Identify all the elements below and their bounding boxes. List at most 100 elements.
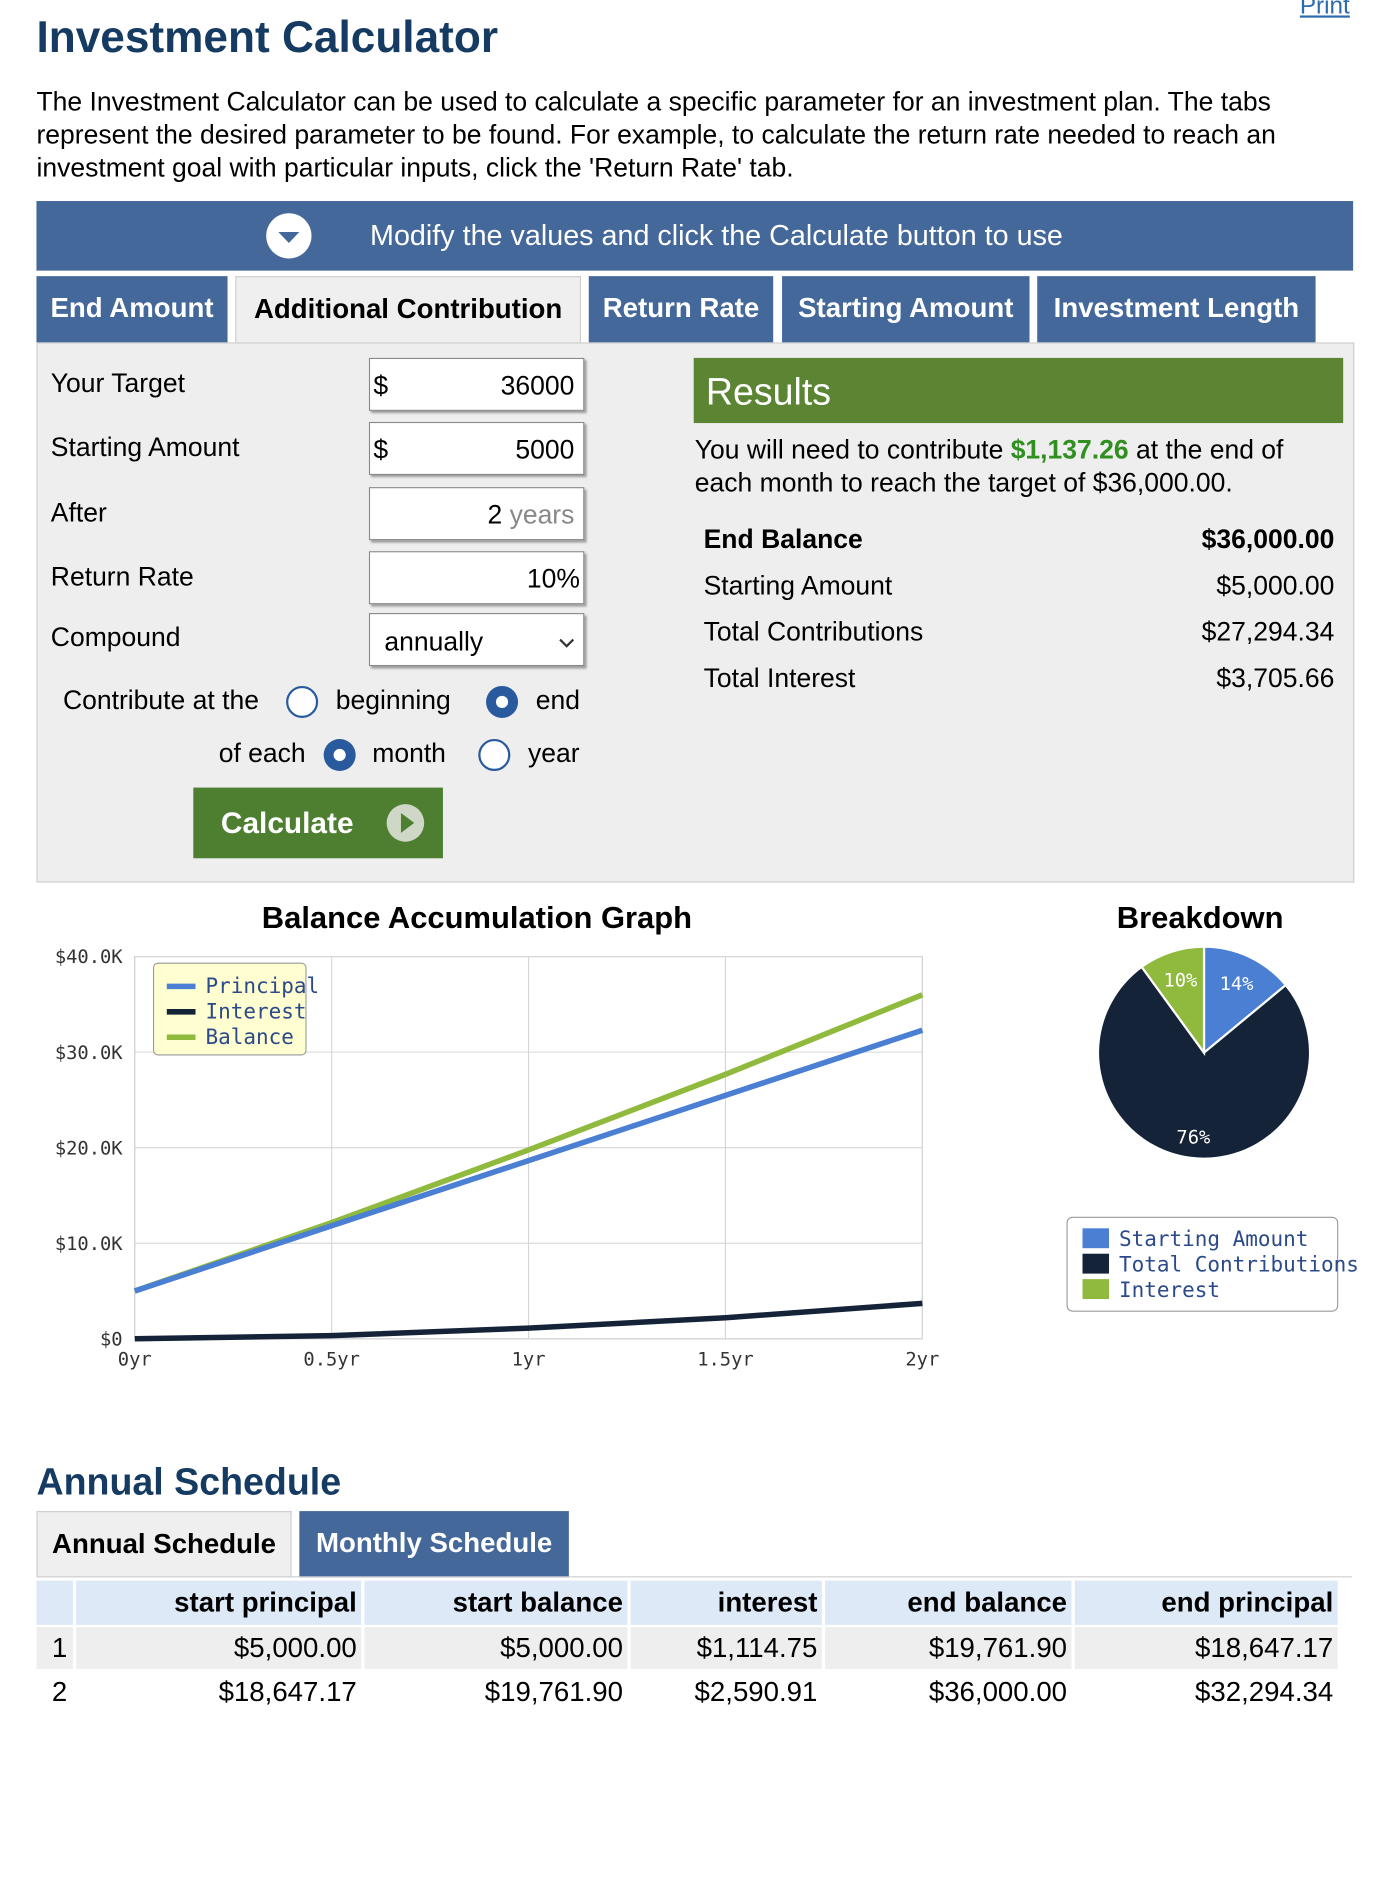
y-tick-label: $30.0K [55, 1043, 123, 1064]
radio-month[interactable] [323, 738, 356, 772]
results-header: Results [693, 357, 1344, 424]
after-label: After [50, 498, 107, 528]
legend-label: Interest [205, 999, 306, 1023]
column-header: interest [630, 1580, 822, 1625]
radio-beginning[interactable] [286, 685, 319, 718]
radio-year[interactable] [478, 738, 511, 772]
month-label: month [372, 738, 446, 769]
years-value: 2 years [487, 500, 575, 531]
legend-label: Interest [1119, 1278, 1220, 1302]
end-label: end [535, 685, 580, 716]
contribution-amount: $1,137.26 [1010, 435, 1129, 466]
target-label: Your Target [50, 368, 185, 399]
years-input[interactable]: 2 years [368, 487, 585, 541]
table-cell: $19,761.90 [825, 1627, 1072, 1670]
y-tick-label: $0 [100, 1329, 123, 1350]
column-header: end principal [1074, 1580, 1338, 1625]
compound-label: Compound [50, 622, 181, 653]
return-rate-value: 10% [526, 564, 580, 595]
table-cell: $2,590.91 [630, 1671, 822, 1714]
schedule-title: Annual Schedule [36, 1461, 342, 1504]
table-cell: $5,000.00 [76, 1627, 362, 1670]
column-header: end balance [825, 1580, 1072, 1625]
charts-area: $0 $10.0K $20.0K $30.0K $40.0K 0yr 0.5yr 1yr 1.5… [55, 945, 1359, 1370]
total-contributions-value: $27,294.34 [1201, 617, 1335, 648]
y-tick-label: $40.0K [55, 947, 123, 968]
starting-amount-result-label: Starting Amount [703, 571, 893, 601]
compound-selected: annually [384, 627, 484, 658]
legend-swatch [1082, 1253, 1110, 1274]
starting-amount-value: 5000 [515, 435, 575, 466]
return-rate-input[interactable]: 10% [368, 551, 585, 605]
table-cell: $5,000.00 [364, 1627, 628, 1670]
table-cell: 1 [36, 1627, 73, 1670]
end-balance-label: End Balance [703, 524, 863, 555]
period-label: of each [218, 738, 306, 769]
y-tick-label: $10.0K [55, 1234, 123, 1255]
end-balance-value: $36,000.00 [1201, 524, 1335, 555]
table-header-row: start principal start balance interest e… [36, 1580, 1338, 1625]
year-label: year [527, 738, 580, 769]
pie-label: 76% [1176, 1127, 1210, 1148]
results-sentence: You will need to contribute $1,137.26 at… [694, 435, 1284, 499]
percent-unit: % [556, 564, 580, 595]
pie-label: 14% [1220, 974, 1254, 995]
contribute-label: Contribute at the [62, 685, 259, 716]
modify-values-banner[interactable]: Modify the values and click the Calculat… [36, 201, 1354, 271]
schedule-table: start principal start balance interest e… [33, 1578, 1341, 1715]
calculate-label: Calculate [220, 806, 354, 840]
currency-symbol: $ [373, 435, 389, 466]
legend-label: Balance [205, 1025, 293, 1049]
table-cell: $19,761.90 [364, 1671, 628, 1714]
y-tick-label: $20.0K [55, 1138, 123, 1159]
table-cell: $32,294.34 [1074, 1671, 1338, 1714]
tab-investment-length[interactable]: Investment Length [1037, 276, 1316, 343]
table-row: 2 $18,647.17 $19,761.90 $2,590.91 $36,00… [36, 1671, 1338, 1714]
tab-annual-schedule[interactable]: Annual Schedule [36, 1511, 292, 1578]
column-header: start principal [76, 1580, 362, 1625]
x-tick-label: 1.5yr [697, 1349, 754, 1370]
target-input[interactable]: $ 36000 [368, 357, 585, 411]
tab-return-rate[interactable]: Return Rate [588, 276, 774, 343]
page: Print Investment Calculator The Investme… [0, 0, 1380, 1722]
total-contributions-label: Total Contributions [703, 617, 924, 648]
x-tick-label: 1yr [512, 1349, 546, 1370]
print-link[interactable]: Print [1300, 0, 1350, 20]
banner-text: Modify the values and click the Calculat… [370, 218, 1063, 252]
table-cell: $1,114.75 [630, 1627, 822, 1670]
legend-swatch [1082, 1279, 1110, 1300]
schedule-divider [36, 1576, 1353, 1578]
chevron-down-icon [557, 630, 577, 661]
beginning-label: beginning [335, 685, 451, 716]
page-title: Investment Calculator [36, 13, 499, 62]
legend-label: Starting Amount [1119, 1227, 1308, 1251]
return-rate-label: Return Rate [50, 562, 194, 593]
currency-symbol: $ [373, 371, 389, 401]
radio-end[interactable] [486, 685, 519, 718]
starting-amount-result-value: $5,000.00 [1216, 571, 1335, 601]
chevron-down-circle-icon[interactable] [266, 213, 312, 259]
compound-select[interactable]: annually [368, 613, 585, 667]
results-title: Results [705, 371, 832, 414]
x-tick-label: 0yr [118, 1349, 152, 1370]
tab-additional-contribution[interactable]: Additional Contribution [235, 276, 582, 344]
table-cell: 2 [36, 1671, 73, 1714]
legend-label: Principal [205, 974, 319, 998]
legend-label: Total Contributions [1119, 1252, 1359, 1276]
x-tick-label: 2yr [905, 1349, 939, 1370]
table-cell: $36,000.00 [825, 1671, 1072, 1714]
x-tick-label: 0.5yr [303, 1349, 360, 1370]
pie-label: 10% [1163, 971, 1197, 992]
intro-text: The Investment Calculator can be used to… [36, 87, 1276, 184]
starting-amount-input[interactable]: $ 5000 [368, 421, 585, 475]
table-row: 1 $5,000.00 $5,000.00 $1,114.75 $19,761.… [36, 1627, 1338, 1670]
target-value: 36000 [500, 371, 575, 401]
table-cell: $18,647.17 [76, 1671, 362, 1714]
tab-starting-amount[interactable]: Starting Amount [782, 276, 1030, 343]
tab-end-amount[interactable]: End Amount [36, 276, 228, 343]
starting-amount-label: Starting Amount [50, 433, 240, 463]
tab-monthly-schedule[interactable]: Monthly Schedule [299, 1511, 569, 1578]
play-icon [386, 804, 425, 842]
calculate-button[interactable]: Calculate [193, 787, 443, 859]
column-header [36, 1580, 73, 1625]
